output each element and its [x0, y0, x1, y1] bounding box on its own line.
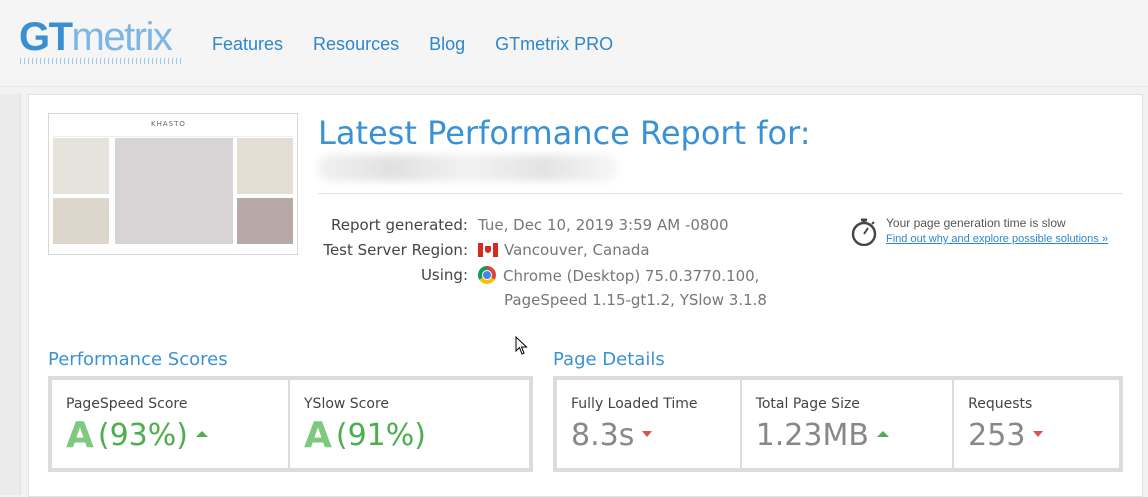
meta-label: Report generated:	[330, 216, 468, 234]
report-title: Latest Performance Report for:	[318, 114, 811, 152]
meta-value: PageSpeed 1.15-gt1.2, YSlow 3.1.8	[504, 291, 767, 309]
score-label: YSlow Score	[304, 396, 390, 412]
nav-resources[interactable]: Resources	[313, 33, 399, 55]
meta-value: Chrome (Desktop) 75.0.3770.100,	[503, 267, 760, 285]
nav-features[interactable]: Features	[212, 33, 283, 55]
left-rail	[0, 94, 21, 495]
stopwatch-icon	[851, 218, 877, 246]
notice-text: Your page generation time is slow	[886, 216, 1066, 230]
trend-down-icon	[1033, 431, 1044, 437]
detail-value: 1.23MB	[755, 418, 869, 453]
logo-light: metrix	[71, 15, 173, 59]
page-details-box: Fully Loaded Time 8.3s Total Page Size 1…	[553, 376, 1123, 472]
trend-down-icon	[642, 431, 653, 437]
thumbnail-image	[115, 138, 233, 244]
detail-label: Requests	[968, 396, 1033, 412]
chrome-icon	[478, 266, 496, 284]
detail-value: 253	[968, 418, 1026, 453]
nav-blog[interactable]: Blog	[429, 33, 465, 55]
canada-flag-icon	[478, 243, 498, 257]
meta-label: Using:	[420, 266, 468, 284]
trend-up-icon	[876, 431, 889, 437]
score-value-wrap: A (93%)	[66, 416, 208, 456]
notice-link[interactable]: Find out why and explore possible soluti…	[886, 233, 1108, 245]
top-bar: GTmetrix Features Resources Blog GTmetri…	[0, 0, 1148, 87]
total-page-size[interactable]: Total Page Size 1.23MB	[741, 380, 953, 468]
nav-gtmetrix-pro[interactable]: GTmetrix PRO	[495, 33, 613, 55]
gtmetrix-logo[interactable]: GTmetrix	[19, 14, 173, 60]
logo-ruler-decoration	[20, 58, 181, 64]
mouse-cursor-icon	[515, 336, 528, 355]
score-grade: A	[66, 415, 94, 456]
performance-scores-box: PageSpeed Score A (93%) YSlow Score A (91%…	[48, 376, 533, 472]
requests[interactable]: Requests 253	[954, 380, 1119, 468]
detail-value-wrap: 253	[968, 416, 1044, 456]
detail-value-wrap: 1.23MB	[756, 416, 889, 456]
performance-scores-title: Performance Scores	[48, 349, 228, 370]
score-value: (91%)	[335, 418, 426, 453]
logo-strong: GT	[19, 15, 73, 59]
detail-value-wrap: 8.3s	[571, 416, 653, 456]
page-details-title: Page Details	[553, 349, 665, 370]
divider	[318, 193, 1123, 194]
detail-value: 8.3s	[571, 418, 635, 453]
thumbnail-brand: KHASTO	[151, 120, 186, 128]
meta-value: Vancouver, Canada	[504, 241, 650, 259]
thumbnail-image	[53, 198, 109, 244]
score-value-wrap: A (91%)	[304, 416, 426, 456]
blurred-url	[318, 155, 618, 181]
fully-loaded-time[interactable]: Fully Loaded Time 8.3s	[557, 380, 740, 468]
pagespeed-score[interactable]: PageSpeed Score A (93%)	[52, 380, 288, 468]
thumbnail-image	[53, 138, 109, 194]
detail-label: Total Page Size	[755, 396, 860, 412]
meta-value-wrap: Vancouver, Canada	[478, 241, 650, 259]
thumbnail-image	[237, 138, 293, 194]
score-grade: A	[304, 415, 332, 456]
meta-label: Test Server Region:	[323, 241, 468, 259]
yslow-score[interactable]: YSlow Score A (91%)	[290, 380, 529, 468]
page-screenshot-thumbnail: KHASTO	[48, 113, 298, 255]
meta-value: Tue, Dec 10, 2019 3:59 AM -0800	[478, 216, 729, 234]
score-label: PageSpeed Score	[66, 396, 188, 412]
main-nav: Features Resources Blog GTmetrix PRO	[212, 33, 643, 55]
meta-value-wrap: Chrome (Desktop) 75.0.3770.100,	[478, 266, 759, 285]
score-value: (93%)	[97, 418, 188, 453]
trend-up-icon	[195, 431, 208, 437]
detail-label: Fully Loaded Time	[571, 396, 698, 412]
thumbnail-image	[237, 198, 293, 244]
